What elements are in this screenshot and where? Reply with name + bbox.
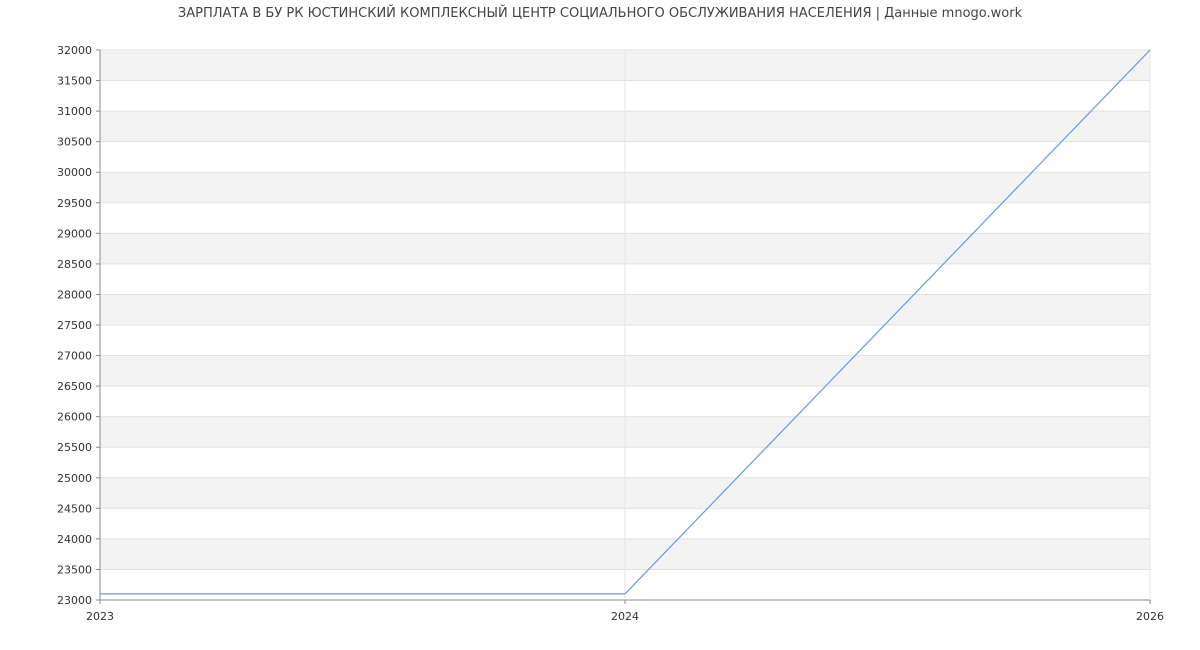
y-tick-label: 30000 (57, 166, 92, 179)
y-tick-label: 25000 (57, 472, 92, 485)
y-tick-label: 27500 (57, 319, 92, 332)
y-tick-label: 26500 (57, 380, 92, 393)
y-tick-label: 25500 (57, 441, 92, 454)
y-tick-label: 31500 (57, 75, 92, 88)
y-tick-label: 29000 (57, 227, 92, 240)
y-tick-label: 29500 (57, 197, 92, 210)
y-tick-label: 27000 (57, 350, 92, 363)
plot-area: 23000 23500 24000 24500 25000 25500 26000 26500… (57, 44, 1164, 623)
y-tick-label: 24500 (57, 502, 92, 515)
y-tick-label: 26000 (57, 411, 92, 424)
x-tick-label: 2026 (1136, 610, 1164, 623)
y-tick-label: 30500 (57, 136, 92, 149)
y-tick-label: 28500 (57, 258, 92, 271)
y-tick-label: 23500 (57, 563, 92, 576)
y-tick-label: 24000 (57, 533, 92, 546)
y-tick-label: 23000 (57, 594, 92, 607)
x-tick-label: 2024 (611, 610, 639, 623)
chart: ЗАРПЛАТА В БУ РК ЮСТИНСКИЙ КОМПЛЕКСНЫЙ Ц… (0, 0, 1200, 650)
y-tick-label: 28000 (57, 288, 92, 301)
x-tick-label: 2023 (86, 610, 114, 623)
y-tick-label: 32000 (57, 44, 92, 57)
y-tick-label: 31000 (57, 105, 92, 118)
